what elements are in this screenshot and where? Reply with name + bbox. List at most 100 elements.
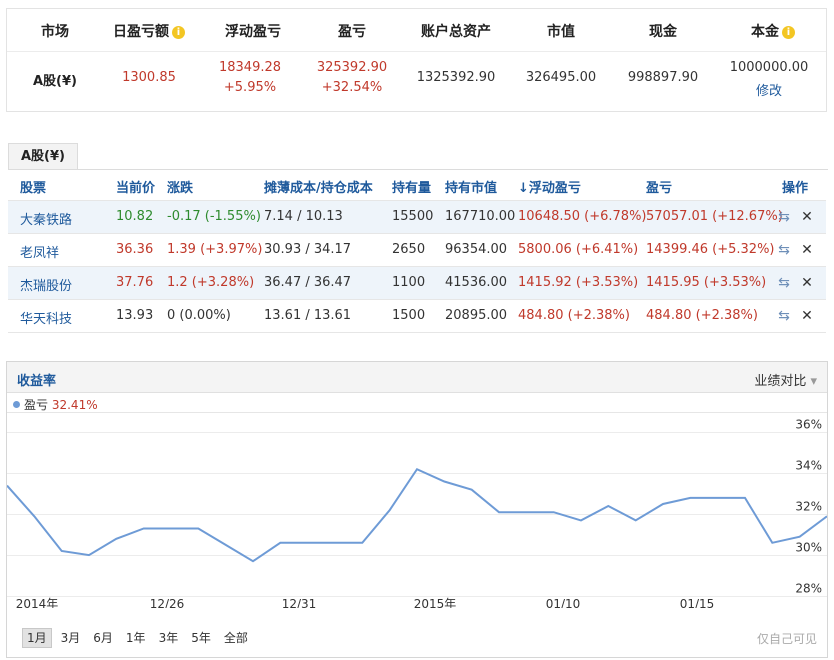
header-float-pl: 浮动盈亏	[225, 24, 281, 40]
col-float-pl[interactable]: ↓浮动盈亏	[518, 177, 581, 196]
transfer-icon[interactable]: ⇆	[775, 274, 793, 292]
transfer-icon[interactable]: ⇆	[775, 208, 793, 226]
summary-header-row: 市场 日盈亏额 i 浮动盈亏 盈亏 账户总资产 市值 现金 本金 i	[7, 9, 826, 52]
y-tick-label: 34%	[795, 459, 822, 473]
price-change: 1.39 (+3.97%)	[167, 242, 263, 257]
current-price: 10.82	[116, 209, 154, 224]
holding-value: 20895.00	[445, 308, 508, 323]
delete-icon[interactable]: ✕	[798, 241, 816, 259]
delete-icon[interactable]: ✕	[798, 307, 816, 325]
range-button[interactable]: 全部	[220, 629, 252, 647]
col-actions: 操作	[782, 181, 809, 196]
header-principal: 本金 i	[751, 21, 795, 41]
range-button[interactable]: 5年	[187, 629, 215, 647]
principal-value: 1000000.00	[729, 60, 809, 75]
table-row[interactable]: 大秦铁路 10.82 -0.17 (-1.55%) 7.14 / 10.13 15500…	[8, 201, 826, 234]
stock-name[interactable]: 老凤祥	[20, 242, 59, 261]
info-icon[interactable]: i	[172, 26, 185, 39]
header-total-assets: 账户总资产	[421, 24, 491, 40]
return-line-plot: 36% 34% 32% 30% 28% 2014年 12/26 12/31 2015年 01/10…	[7, 412, 827, 608]
legend-series-name: 盈亏	[24, 398, 49, 412]
current-price: 37.76	[116, 275, 154, 290]
visibility-note: 仅自己可见	[756, 632, 817, 646]
cost-basis: 36.47 / 36.47	[264, 275, 352, 290]
legend-dot-icon	[13, 401, 20, 408]
x-tick-label: 01/15	[680, 597, 715, 608]
pl-pct: +32.54%	[321, 80, 383, 95]
col-pl[interactable]: 盈亏	[646, 177, 672, 196]
daily-pl-value: 1300.85	[122, 70, 176, 85]
range-button[interactable]: 3年	[155, 629, 183, 647]
y-tick-label: 28%	[795, 582, 822, 596]
chart-header: 收益率 业绩对比 ▾	[7, 362, 827, 393]
chart-legend[interactable]: 盈亏 32.41%	[13, 396, 98, 413]
cost-basis: 13.61 / 13.61	[264, 308, 352, 323]
market-value-value: 326495.00	[525, 70, 597, 85]
range-button[interactable]: 3月	[57, 629, 85, 647]
table-row[interactable]: 老凤祥 36.36 1.39 (+3.97%) 30.93 / 34.17 2650 96…	[8, 234, 826, 267]
price-change: -0.17 (-1.55%)	[167, 209, 261, 224]
quantity: 1100	[392, 275, 426, 290]
delete-icon[interactable]: ✕	[798, 208, 816, 226]
market-name: A股(¥)	[33, 74, 77, 89]
col-cost[interactable]: 摊薄成本/持仓成本	[264, 177, 373, 196]
stock-name[interactable]: 华天科技	[20, 308, 72, 327]
current-price: 13.93	[116, 308, 154, 323]
total-pl: 1415.95 (+3.53%)	[646, 275, 767, 290]
holding-value: 41536.00	[445, 275, 508, 290]
y-tick-label: 32%	[795, 500, 822, 514]
table-row[interactable]: 杰瑞股份 37.76 1.2 (+3.28%) 36.47 / 36.47 1100 41…	[8, 267, 826, 300]
float-pl-pct: +5.95%	[223, 80, 277, 95]
transfer-icon[interactable]: ⇆	[775, 307, 793, 325]
range-button[interactable]: 1年	[122, 629, 150, 647]
float-pl: 10648.50 (+6.78%)	[518, 209, 647, 224]
y-tick-label: 36%	[795, 418, 822, 432]
transfer-icon[interactable]: ⇆	[775, 241, 793, 259]
cash-value: 998897.90	[627, 70, 699, 85]
cost-basis: 30.93 / 34.17	[264, 242, 352, 257]
col-market-value[interactable]: 持有市值	[445, 177, 497, 196]
legend-series-value: 32.41%	[51, 398, 98, 412]
holding-value: 167710.00	[445, 209, 516, 224]
y-tick-label: 30%	[795, 541, 822, 555]
delete-icon[interactable]: ✕	[798, 274, 816, 292]
quantity: 2650	[392, 242, 426, 257]
range-button[interactable]: 1月	[22, 628, 52, 648]
performance-compare-dropdown[interactable]: 业绩对比 ▾	[754, 370, 817, 389]
stock-name[interactable]: 大秦铁路	[20, 209, 72, 228]
header-market-value: 市值	[547, 24, 575, 40]
sort-arrow-icon: ↓	[518, 181, 529, 196]
total-assets-value: 1325392.90	[416, 70, 496, 85]
float-pl: 1415.92 (+3.53%)	[518, 275, 639, 290]
table-row[interactable]: 华天科技 13.93 0 (0.00%) 13.61 / 13.61 1500 20895…	[8, 300, 826, 333]
float-pl: 5800.06 (+6.41%)	[518, 242, 639, 257]
quantity: 1500	[392, 308, 426, 323]
total-pl: 57057.01 (+12.67%)	[646, 209, 783, 224]
col-price[interactable]: 当前价	[116, 177, 155, 196]
cost-basis: 7.14 / 10.13	[264, 209, 343, 224]
range-button[interactable]: 6月	[89, 629, 117, 647]
x-tick-label: 2014年	[16, 597, 59, 608]
header-pl: 盈亏	[338, 24, 366, 40]
x-tick-label: 01/10	[546, 597, 581, 608]
return-chart-panel: 收益率 业绩对比 ▾ 盈亏 32.41% 36% 34% 32% 30% 28% 2014…	[6, 361, 828, 658]
account-summary-panel: 市场 日盈亏额 i 浮动盈亏 盈亏 账户总资产 市值 现金 本金 i A股(¥) 1…	[6, 8, 827, 112]
header-market: 市场	[41, 24, 69, 40]
chart-title: 收益率	[17, 374, 57, 389]
price-change: 1.2 (+3.28%)	[167, 275, 255, 290]
x-tick-label: 2015年	[414, 597, 457, 608]
col-change[interactable]: 涨跌	[167, 177, 193, 196]
col-stock[interactable]: 股票	[20, 177, 46, 196]
holdings-header-row: 股票 当前价 涨跌 摊薄成本/持仓成本 持有量 持有市值 ↓浮动盈亏 盈亏 操作	[8, 170, 826, 201]
stock-name[interactable]: 杰瑞股份	[20, 275, 72, 294]
info-icon[interactable]: i	[782, 26, 795, 39]
current-price: 36.36	[116, 242, 154, 257]
quantity: 15500	[392, 209, 434, 224]
col-quantity[interactable]: 持有量	[392, 177, 431, 196]
range-selector: 1月 3月 6月 1年 3年 5年 全部	[22, 628, 257, 648]
return-series-line	[7, 467, 827, 563]
price-change: 0 (0.00%)	[167, 308, 231, 323]
tab-a-shares[interactable]: A股(¥)	[8, 143, 78, 170]
modify-principal-link[interactable]: 修改	[756, 80, 782, 99]
x-tick-label: 12/26	[150, 597, 185, 608]
